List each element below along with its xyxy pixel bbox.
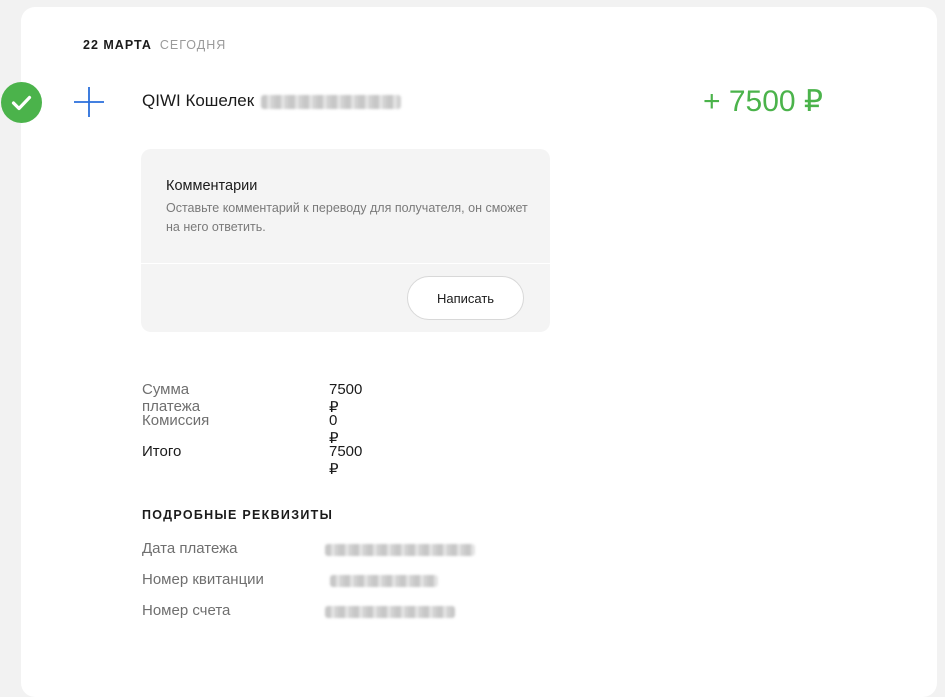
summary-label: Итого [142, 443, 182, 460]
summary-value: 0 ₽ [329, 412, 339, 447]
details-value-masked [330, 575, 438, 587]
summary-value: 7500 ₽ [329, 443, 363, 478]
comment-description: Оставьте комментарий к переводу для полу… [166, 201, 528, 234]
comment-title: Комментарии [166, 178, 258, 194]
comment-divider [141, 263, 550, 264]
write-comment-button[interactable]: Написать [407, 276, 524, 320]
check-circle-icon [1, 82, 42, 123]
details-value-masked [325, 544, 475, 556]
summary-label: Комиссия [142, 412, 210, 429]
details-label: Дата платежа [142, 540, 238, 557]
details-label: Номер счета [142, 602, 231, 619]
recipient: QIWI Кошелек [142, 91, 401, 111]
date-label: 22 МАРТА [83, 38, 152, 52]
payment-amount: + 7500 ₽ [703, 85, 824, 118]
plus-icon [73, 86, 105, 118]
comment-box: Комментарии Оставьте комментарий к перев… [141, 149, 550, 332]
recipient-name: QIWI Кошелек [142, 91, 255, 110]
details-label: Номер квитанции [142, 571, 264, 588]
recipient-number-masked [260, 94, 401, 109]
details-title: ПОДРОБНЫЕ РЕКВИЗИТЫ [142, 508, 334, 522]
date-header: 22 МАРТА СЕГОДНЯ [83, 38, 226, 52]
relative-date-label: СЕГОДНЯ [159, 38, 227, 52]
summary-value: 7500 ₽ [329, 381, 363, 416]
summary-label: Сумма платежа [142, 381, 201, 415]
details-value-masked [325, 606, 455, 618]
